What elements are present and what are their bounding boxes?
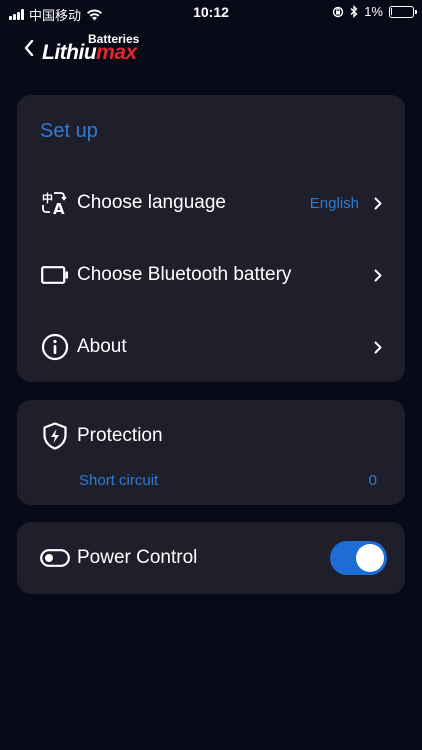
back-button[interactable] [19,38,39,58]
about-label: About [77,336,127,357]
setup-title: Set up [40,120,98,142]
battery-icon [389,5,417,18]
protection-card: Protection Short circuit 0 [17,400,405,505]
short-circuit-label: Short circuit [79,472,159,489]
battery-outline-icon [40,260,70,290]
toggle-knob [356,544,384,572]
status-bar: 中国移动 10:12 1% [0,0,422,24]
app-logo: Batteries Lithiumax [42,32,152,66]
bluetooth-icon [350,5,358,18]
shield-bolt-icon [40,421,70,451]
chevron-left-icon [24,39,34,57]
protection-title: Protection [77,425,163,446]
choose-language-row[interactable]: 中 A Choose language English [17,183,405,223]
protection-row: Protection [17,416,405,456]
chevron-right-icon [371,196,385,210]
header: Batteries Lithiumax [0,30,422,70]
svg-text:A: A [53,200,65,216]
status-right: 1% [332,4,417,19]
svg-text:中: 中 [42,191,53,205]
short-circuit-value: 0 [368,472,377,489]
about-row[interactable]: About [17,327,405,367]
language-value: English [309,194,359,212]
battery-fill [391,7,392,15]
orientation-lock-icon [333,6,344,17]
toggle-icon [40,543,70,573]
setup-card: Set up 中 A Choose language English Choos… [17,95,405,382]
logo-main: Lithiumax [42,41,137,65]
choose-bluetooth-battery-label: Choose Bluetooth battery [77,264,292,285]
logo-part1: Lithiu [42,41,97,64]
power-control-card: Power Control [17,522,405,594]
chevron-right-icon [371,340,385,354]
logo-part2: max [96,41,137,64]
choose-bluetooth-battery-row[interactable]: Choose Bluetooth battery [17,255,405,295]
language-icon: 中 A [40,188,70,218]
choose-language-label: Choose language [77,192,226,213]
info-icon [40,332,70,362]
power-control-toggle[interactable] [330,541,387,575]
battery-percent: 1% [364,4,383,19]
chevron-right-icon [371,268,385,282]
power-control-label: Power Control [77,547,198,568]
